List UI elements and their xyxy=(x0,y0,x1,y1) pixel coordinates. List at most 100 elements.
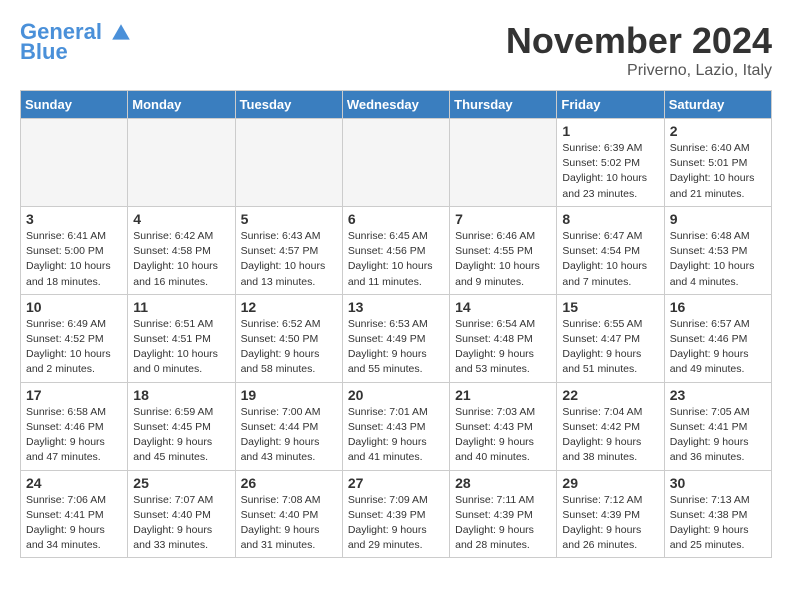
calendar-cell: 26 Sunrise: 7:08 AM Sunset: 4:40 PM Dayli… xyxy=(235,470,342,558)
day-number: 16 xyxy=(670,299,766,315)
calendar-table: SundayMondayTuesdayWednesdayThursdayFrid… xyxy=(20,90,772,558)
calendar-cell: 6Sunrise: 6:45 AM Sunset: 4:56 PM Daylig… xyxy=(342,206,449,294)
day-number: 7 xyxy=(455,211,551,227)
weekday-header: Wednesday xyxy=(342,91,449,119)
calendar-cell: 18 Sunrise: 6:59 AM Sunset: 4:45 PM Dayli… xyxy=(128,382,235,470)
day-info: Sunrise: 7:03 AM Sunset: 4:43 PM Dayligh… xyxy=(455,405,551,466)
day-number: 18 xyxy=(133,387,229,403)
title-block: November 2024 Priverno, Lazio, Italy xyxy=(506,20,772,80)
weekday-header: Friday xyxy=(557,91,664,119)
day-info: Sunrise: 6:53 AM Sunset: 4:49 PM Dayligh… xyxy=(348,317,444,378)
weekday-header: Thursday xyxy=(450,91,557,119)
day-info: Sunrise: 6:58 AM Sunset: 4:46 PM Dayligh… xyxy=(26,405,122,466)
day-number: 4 xyxy=(133,211,229,227)
logo-icon xyxy=(110,22,132,44)
day-info: Sunrise: 7:01 AM Sunset: 4:43 PM Dayligh… xyxy=(348,405,444,466)
day-number: 15 xyxy=(562,299,658,315)
day-number: 3 xyxy=(26,211,122,227)
calendar-cell: 10 Sunrise: 6:49 AM Sunset: 4:52 PM Dayli… xyxy=(21,294,128,382)
calendar-cell: 25Sunrise: 7:07 AM Sunset: 4:40 PM Dayli… xyxy=(128,470,235,558)
day-info: Sunrise: 7:00 AM Sunset: 4:44 PM Dayligh… xyxy=(241,405,337,466)
calendar-cell: 19 Sunrise: 7:00 AM Sunset: 4:44 PM Dayli… xyxy=(235,382,342,470)
day-number: 1 xyxy=(562,123,658,139)
day-info: Sunrise: 7:08 AM Sunset: 4:40 PM Dayligh… xyxy=(241,493,337,554)
calendar-cell: 5Sunrise: 6:43 AM Sunset: 4:57 PM Daylig… xyxy=(235,206,342,294)
calendar-cell xyxy=(235,119,342,207)
day-number: 6 xyxy=(348,211,444,227)
calendar-cell: 11 Sunrise: 6:51 AM Sunset: 4:51 PM Dayli… xyxy=(128,294,235,382)
day-number: 11 xyxy=(133,299,229,315)
day-info: Sunrise: 6:49 AM Sunset: 4:52 PM Dayligh… xyxy=(26,317,122,378)
calendar-cell: 8 Sunrise: 6:47 AM Sunset: 4:54 PM Daylig… xyxy=(557,206,664,294)
calendar-week-row: 10 Sunrise: 6:49 AM Sunset: 4:52 PM Dayli… xyxy=(21,294,772,382)
weekday-header-row: SundayMondayTuesdayWednesdayThursdayFrid… xyxy=(21,91,772,119)
day-info: Sunrise: 6:51 AM Sunset: 4:51 PM Dayligh… xyxy=(133,317,229,378)
calendar-cell: 2Sunrise: 6:40 AM Sunset: 5:01 PM Daylig… xyxy=(664,119,771,207)
day-info: Sunrise: 6:48 AM Sunset: 4:53 PM Dayligh… xyxy=(670,229,766,290)
day-number: 8 xyxy=(562,211,658,227)
calendar-week-row: 17 Sunrise: 6:58 AM Sunset: 4:46 PM Dayli… xyxy=(21,382,772,470)
month-title: November 2024 xyxy=(506,20,772,62)
calendar-cell xyxy=(450,119,557,207)
day-number: 21 xyxy=(455,387,551,403)
calendar-cell: 23 Sunrise: 7:05 AM Sunset: 4:41 PM Dayli… xyxy=(664,382,771,470)
day-number: 27 xyxy=(348,475,444,491)
day-info: Sunrise: 7:09 AM Sunset: 4:39 PM Dayligh… xyxy=(348,493,444,554)
day-info: Sunrise: 6:55 AM Sunset: 4:47 PM Dayligh… xyxy=(562,317,658,378)
weekday-header: Tuesday xyxy=(235,91,342,119)
day-number: 13 xyxy=(348,299,444,315)
location: Priverno, Lazio, Italy xyxy=(506,62,772,80)
calendar-cell xyxy=(21,119,128,207)
day-number: 22 xyxy=(562,387,658,403)
calendar-cell: 7 Sunrise: 6:46 AM Sunset: 4:55 PM Daylig… xyxy=(450,206,557,294)
day-info: Sunrise: 6:46 AM Sunset: 4:55 PM Dayligh… xyxy=(455,229,551,290)
calendar-cell: 17 Sunrise: 6:58 AM Sunset: 4:46 PM Dayli… xyxy=(21,382,128,470)
day-number: 23 xyxy=(670,387,766,403)
day-info: Sunrise: 6:41 AM Sunset: 5:00 PM Dayligh… xyxy=(26,229,122,290)
day-number: 20 xyxy=(348,387,444,403)
page-header: General Blue November 2024 Priverno, Laz… xyxy=(20,20,772,80)
day-number: 12 xyxy=(241,299,337,315)
calendar-cell: 12Sunrise: 6:52 AM Sunset: 4:50 PM Dayli… xyxy=(235,294,342,382)
weekday-header: Monday xyxy=(128,91,235,119)
day-info: Sunrise: 6:47 AM Sunset: 4:54 PM Dayligh… xyxy=(562,229,658,290)
day-number: 17 xyxy=(26,387,122,403)
calendar-cell: 3 Sunrise: 6:41 AM Sunset: 5:00 PM Daylig… xyxy=(21,206,128,294)
calendar-cell: 15 Sunrise: 6:55 AM Sunset: 4:47 PM Dayli… xyxy=(557,294,664,382)
day-number: 28 xyxy=(455,475,551,491)
day-info: Sunrise: 6:59 AM Sunset: 4:45 PM Dayligh… xyxy=(133,405,229,466)
calendar-cell: 30 Sunrise: 7:13 AM Sunset: 4:38 PM Dayli… xyxy=(664,470,771,558)
day-info: Sunrise: 7:05 AM Sunset: 4:41 PM Dayligh… xyxy=(670,405,766,466)
calendar-cell xyxy=(342,119,449,207)
calendar-cell: 14Sunrise: 6:54 AM Sunset: 4:48 PM Dayli… xyxy=(450,294,557,382)
day-info: Sunrise: 6:54 AM Sunset: 4:48 PM Dayligh… xyxy=(455,317,551,378)
calendar-cell: 24Sunrise: 7:06 AM Sunset: 4:41 PM Dayli… xyxy=(21,470,128,558)
day-number: 25 xyxy=(133,475,229,491)
calendar-week-row: 3 Sunrise: 6:41 AM Sunset: 5:00 PM Daylig… xyxy=(21,206,772,294)
day-info: Sunrise: 7:13 AM Sunset: 4:38 PM Dayligh… xyxy=(670,493,766,554)
calendar-cell xyxy=(128,119,235,207)
day-number: 26 xyxy=(241,475,337,491)
calendar-cell: 29Sunrise: 7:12 AM Sunset: 4:39 PM Dayli… xyxy=(557,470,664,558)
day-number: 10 xyxy=(26,299,122,315)
day-number: 19 xyxy=(241,387,337,403)
day-info: Sunrise: 7:04 AM Sunset: 4:42 PM Dayligh… xyxy=(562,405,658,466)
calendar-cell: 20 Sunrise: 7:01 AM Sunset: 4:43 PM Dayli… xyxy=(342,382,449,470)
day-number: 2 xyxy=(670,123,766,139)
calendar-cell: 1 Sunrise: 6:39 AM Sunset: 5:02 PM Daylig… xyxy=(557,119,664,207)
logo: General Blue xyxy=(20,20,132,64)
day-number: 30 xyxy=(670,475,766,491)
day-info: Sunrise: 6:39 AM Sunset: 5:02 PM Dayligh… xyxy=(562,141,658,202)
weekday-header: Sunday xyxy=(21,91,128,119)
day-number: 29 xyxy=(562,475,658,491)
calendar-cell: 28 Sunrise: 7:11 AM Sunset: 4:39 PM Dayli… xyxy=(450,470,557,558)
day-info: Sunrise: 6:42 AM Sunset: 4:58 PM Dayligh… xyxy=(133,229,229,290)
day-info: Sunrise: 6:43 AM Sunset: 4:57 PM Dayligh… xyxy=(241,229,337,290)
day-info: Sunrise: 7:11 AM Sunset: 4:39 PM Dayligh… xyxy=(455,493,551,554)
calendar-week-row: 24Sunrise: 7:06 AM Sunset: 4:41 PM Dayli… xyxy=(21,470,772,558)
calendar-cell: 13 Sunrise: 6:53 AM Sunset: 4:49 PM Dayli… xyxy=(342,294,449,382)
day-number: 9 xyxy=(670,211,766,227)
day-info: Sunrise: 7:06 AM Sunset: 4:41 PM Dayligh… xyxy=(26,493,122,554)
calendar-cell: 27 Sunrise: 7:09 AM Sunset: 4:39 PM Dayli… xyxy=(342,470,449,558)
calendar-cell: 4 Sunrise: 6:42 AM Sunset: 4:58 PM Daylig… xyxy=(128,206,235,294)
